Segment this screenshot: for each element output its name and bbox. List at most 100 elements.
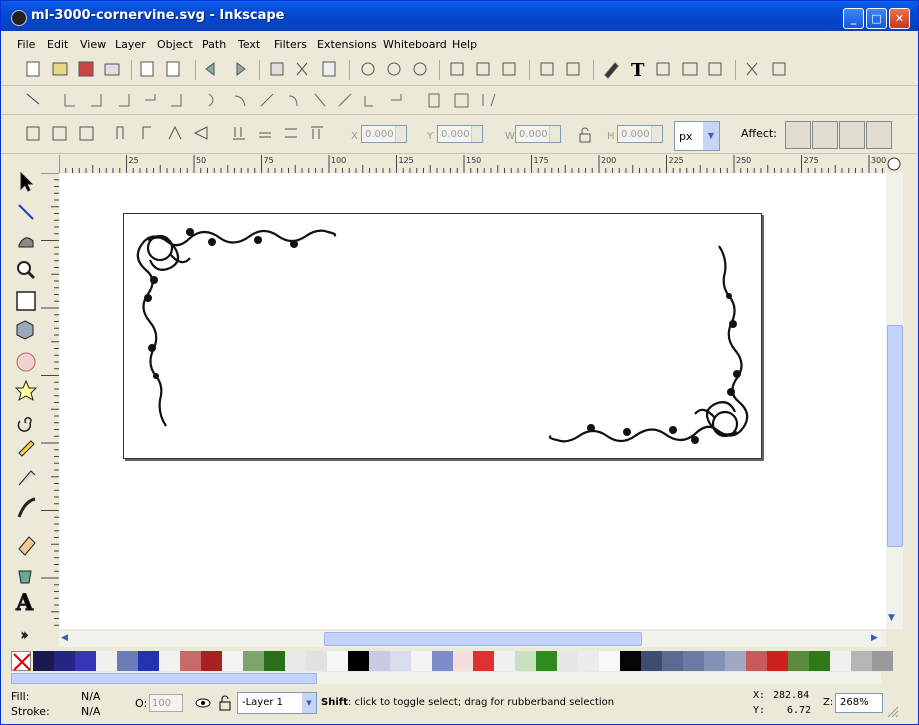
y-spin-field[interactable]: 0.000 bbox=[437, 125, 483, 143]
star-tool-icon bbox=[14, 379, 38, 402]
palette-swatch[interactable] bbox=[767, 651, 789, 671]
layer-lock-icon[interactable] bbox=[217, 695, 233, 711]
x-spin-field[interactable]: 0.000 bbox=[361, 125, 407, 143]
flip-horizontal-icon bbox=[168, 125, 182, 140]
palette-swatch[interactable] bbox=[33, 651, 54, 671]
opacity-label: O: bbox=[135, 697, 148, 710]
palette-swatch[interactable] bbox=[284, 651, 306, 671]
maximize-button[interactable]: □ bbox=[866, 8, 887, 29]
palette-swatch[interactable] bbox=[305, 651, 327, 671]
affect-rounded-corners-toggle[interactable] bbox=[812, 121, 838, 149]
palette-swatch[interactable] bbox=[473, 651, 495, 671]
palette-swatch[interactable] bbox=[662, 651, 684, 671]
menu-extensions[interactable]: Extensions bbox=[317, 38, 377, 51]
menu-object[interactable]: Object bbox=[157, 38, 193, 51]
palette-scroll-thumb[interactable] bbox=[11, 673, 317, 684]
palette-swatch[interactable] bbox=[578, 651, 600, 671]
palette-swatch[interactable] bbox=[74, 651, 96, 671]
scroll-right-icon[interactable]: ▶ bbox=[871, 633, 878, 643]
affect-patterns-toggle[interactable] bbox=[866, 121, 892, 149]
palette-swatch[interactable] bbox=[263, 651, 285, 671]
palette-swatch[interactable] bbox=[116, 651, 138, 671]
h-spin-field[interactable]: 0.000 bbox=[617, 125, 663, 143]
palette-swatch[interactable] bbox=[326, 651, 348, 671]
palette-swatch[interactable] bbox=[410, 651, 432, 671]
palette-swatch[interactable] bbox=[95, 651, 117, 671]
palette-swatch[interactable] bbox=[179, 651, 201, 671]
lock-ratio-icon[interactable] bbox=[577, 127, 593, 143]
paint-bucket-tool-icon bbox=[18, 570, 32, 584]
menu-filters[interactable]: Filters bbox=[274, 38, 307, 51]
palette-swatch[interactable] bbox=[830, 651, 852, 671]
zoom-toggle-icon[interactable] bbox=[886, 155, 903, 173]
affect-gradients-toggle[interactable] bbox=[839, 121, 865, 149]
menu-view[interactable]: View bbox=[80, 38, 106, 51]
palette-swatch[interactable] bbox=[725, 651, 747, 671]
window-title: ml-3000-cornervine.svg - Inkscape bbox=[31, 8, 285, 23]
palette-swatch[interactable] bbox=[557, 651, 579, 671]
snap-bbox-icon bbox=[64, 94, 75, 107]
no-paint-swatch[interactable] bbox=[11, 651, 31, 671]
palette-swatch[interactable] bbox=[242, 651, 264, 671]
menu-file[interactable]: File bbox=[17, 38, 35, 51]
palette-swatch[interactable] bbox=[53, 651, 75, 671]
scroll-down-icon[interactable]: ▼ bbox=[888, 613, 895, 623]
affect-stroke-width-toggle[interactable] bbox=[785, 121, 811, 149]
status-hint-modifier: Shift bbox=[321, 697, 348, 708]
layer-visibility-icon[interactable] bbox=[195, 695, 211, 711]
cursor-x-value: 282.84 bbox=[773, 690, 810, 701]
palette-swatch[interactable] bbox=[704, 651, 726, 671]
palette-swatch[interactable] bbox=[347, 651, 369, 671]
w-spin-field[interactable]: 0.000 bbox=[515, 125, 561, 143]
palette-swatch[interactable] bbox=[641, 651, 663, 671]
palette-swatch[interactable] bbox=[851, 651, 873, 671]
palette-swatch[interactable] bbox=[452, 651, 474, 671]
ruler-corner bbox=[41, 155, 59, 173]
unit-select[interactable]: px ▼ bbox=[674, 121, 720, 151]
drawing-canvas[interactable] bbox=[59, 173, 886, 629]
palette-swatch[interactable] bbox=[536, 651, 558, 671]
palette-swatch[interactable] bbox=[683, 651, 705, 671]
opacity-field[interactable]: 100 bbox=[149, 694, 183, 712]
text-tool-icon: A bbox=[15, 590, 34, 616]
vertical-scrollbar[interactable]: ▼ bbox=[886, 173, 903, 629]
zoom-field[interactable]: 268% bbox=[835, 693, 883, 713]
menu-layer[interactable]: Layer bbox=[115, 38, 146, 51]
palette-swatch[interactable] bbox=[746, 651, 768, 671]
pen-tool-icon bbox=[18, 470, 36, 486]
palette-swatch[interactable] bbox=[158, 651, 180, 671]
palette-swatch[interactable] bbox=[872, 651, 894, 671]
palette-swatch[interactable] bbox=[221, 651, 243, 671]
palette-swatch[interactable] bbox=[599, 651, 621, 671]
palette-swatch[interactable] bbox=[788, 651, 810, 671]
palette-swatch[interactable] bbox=[620, 651, 642, 671]
zoom-label: Z: bbox=[823, 697, 834, 708]
palette-swatch[interactable] bbox=[515, 651, 537, 671]
vertical-scroll-thumb[interactable] bbox=[887, 325, 903, 547]
palette-scrollbar[interactable] bbox=[11, 672, 881, 684]
menu-path[interactable]: Path bbox=[202, 38, 226, 51]
resize-grip-icon[interactable] bbox=[887, 706, 899, 718]
cursor-y-label: Y: bbox=[753, 705, 766, 716]
palette-swatch[interactable] bbox=[137, 651, 159, 671]
palette-swatch[interactable] bbox=[809, 651, 831, 671]
snap-paths-icon bbox=[234, 95, 246, 107]
palette-swatch[interactable] bbox=[368, 651, 390, 671]
palette-swatch[interactable] bbox=[494, 651, 516, 671]
menu-text[interactable]: Text bbox=[238, 38, 260, 51]
palette-swatch[interactable] bbox=[389, 651, 411, 671]
close-button[interactable]: ✕ bbox=[889, 8, 910, 29]
x-label: X bbox=[351, 131, 358, 142]
palette-swatch[interactable] bbox=[431, 651, 453, 671]
menu-whiteboard[interactable]: Whiteboard bbox=[383, 38, 447, 51]
layer-select[interactable]: -Layer 1 ▼ bbox=[237, 692, 317, 714]
palette-swatch[interactable] bbox=[200, 651, 222, 671]
horizontal-scroll-thumb[interactable] bbox=[324, 632, 642, 646]
menu-help[interactable]: Help bbox=[452, 38, 477, 51]
ruler-label: 300 bbox=[871, 156, 886, 165]
scroll-left-icon[interactable]: ◀ bbox=[61, 633, 68, 643]
color-palette bbox=[11, 651, 894, 671]
menu-edit[interactable]: Edit bbox=[47, 38, 68, 51]
minimize-button[interactable]: _ bbox=[843, 8, 864, 29]
horizontal-scrollbar[interactable]: ◀ ▶ bbox=[59, 631, 886, 647]
